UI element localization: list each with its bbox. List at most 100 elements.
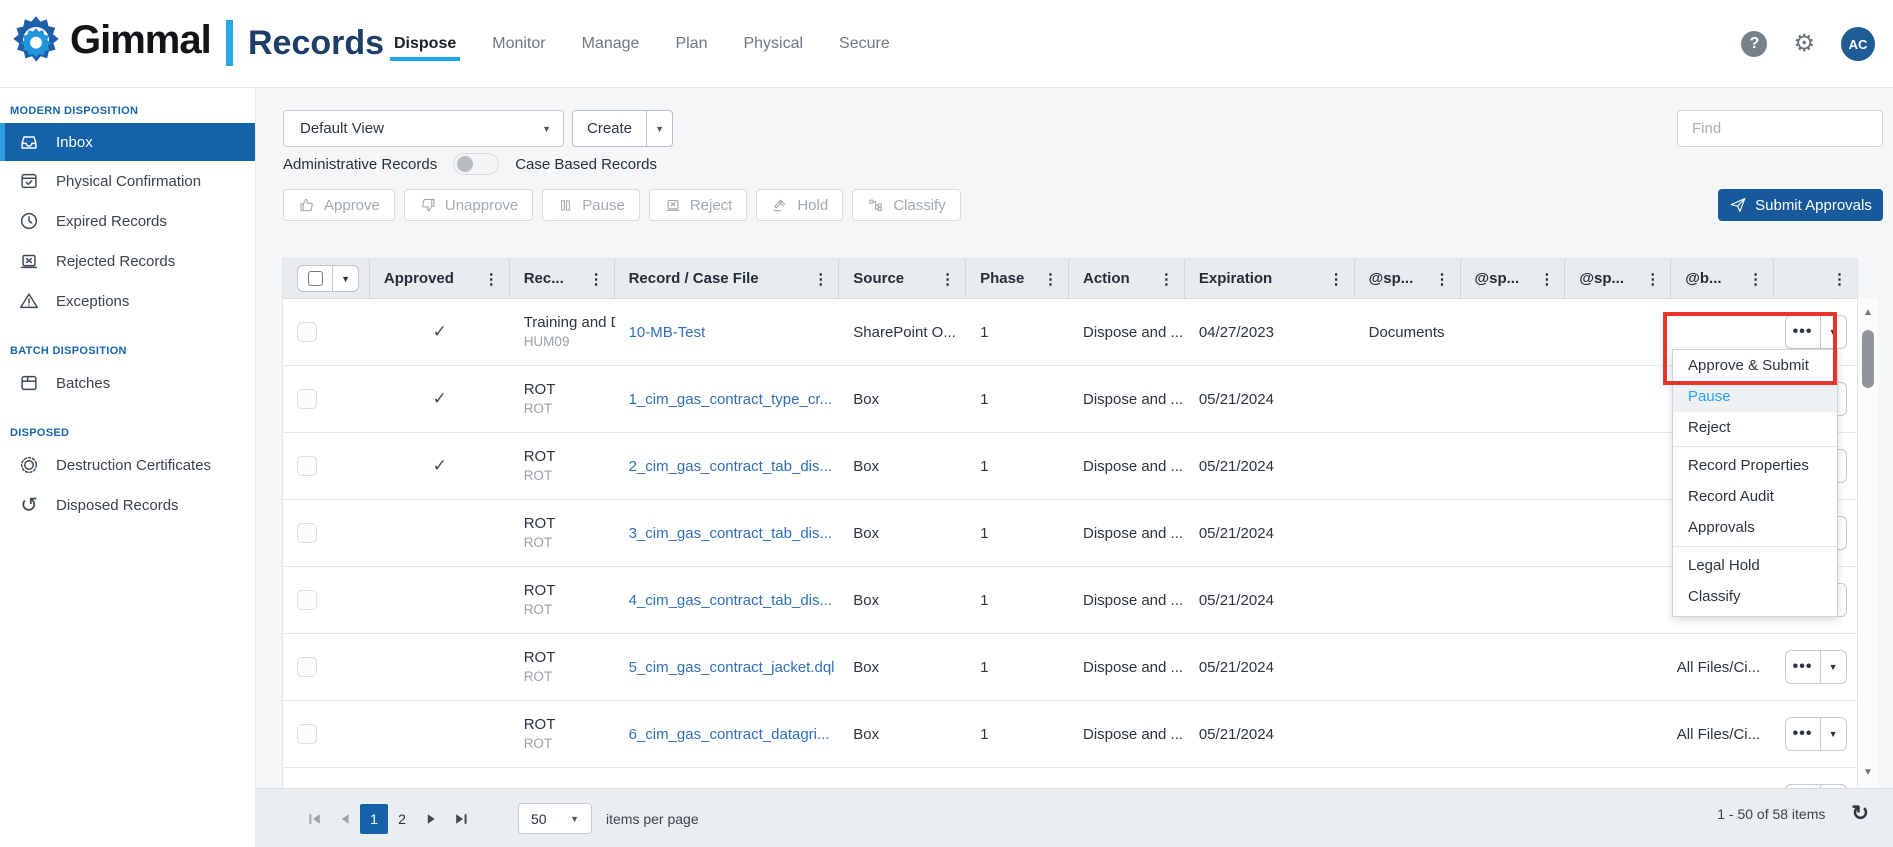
page-number-1[interactable]: 1: [360, 804, 388, 834]
scroll-up-icon[interactable]: ▲: [1858, 302, 1878, 322]
view-select-dropdown[interactable]: Default View ▼: [283, 110, 564, 147]
column-header-sp3[interactable]: @sp...⋮: [1565, 259, 1671, 298]
select-all-checkbox[interactable]: [298, 266, 333, 291]
record-link[interactable]: 5_cim_gas_contract_jacket.dql: [629, 659, 835, 676]
column-menu-icon[interactable]: ⋮: [589, 270, 604, 288]
row-checkbox[interactable]: [297, 456, 317, 476]
row-actions-split-button[interactable]: •••▼: [1785, 717, 1847, 751]
row-menu-arrow[interactable]: ▼: [1821, 316, 1846, 348]
user-avatar[interactable]: AC: [1841, 27, 1875, 61]
reject-button[interactable]: Reject: [649, 189, 748, 221]
column-header-approved[interactable]: Approved⋮: [370, 259, 510, 298]
column-menu-icon[interactable]: ⋮: [1748, 270, 1763, 288]
select-menu-arrow[interactable]: ▼: [333, 266, 358, 291]
column-header-expiration[interactable]: Expiration⋮: [1185, 259, 1355, 298]
column-menu-icon[interactable]: ⋮: [484, 270, 499, 288]
row-actions-split-button[interactable]: •••▼: [1785, 315, 1847, 349]
column-menu-icon[interactable]: ⋮: [813, 270, 828, 288]
column-header-sp1[interactable]: @sp...⋮: [1355, 259, 1461, 298]
column-header-action[interactable]: Action⋮: [1069, 259, 1185, 298]
row-actions-split-button[interactable]: •••▼: [1785, 650, 1847, 684]
nav-tab-monitor[interactable]: Monitor: [490, 5, 547, 83]
sidebar-item-batches[interactable]: Batches: [0, 363, 255, 403]
nav-tab-dispose[interactable]: Dispose: [392, 5, 458, 83]
column-header-sp2[interactable]: @sp...⋮: [1461, 259, 1566, 298]
row-checkbox[interactable]: [297, 322, 317, 342]
record-link[interactable]: 10-MB-Test: [629, 324, 706, 341]
ellipsis-icon[interactable]: •••: [1786, 718, 1821, 750]
create-button-label[interactable]: Create: [573, 111, 646, 146]
column-menu-icon[interactable]: ⋮: [1645, 270, 1660, 288]
menu-item-reject[interactable]: Reject: [1673, 412, 1837, 443]
row-checkbox[interactable]: [297, 724, 317, 744]
nav-tab-physical[interactable]: Physical: [741, 5, 805, 83]
column-menu-icon[interactable]: ⋮: [1329, 270, 1344, 288]
record-link[interactable]: 2_cim_gas_contract_tab_dis...: [629, 458, 832, 475]
nav-tab-manage[interactable]: Manage: [580, 5, 642, 83]
sidebar-item-physical-confirmation[interactable]: Physical Confirmation: [0, 161, 255, 201]
hold-button[interactable]: Hold: [756, 189, 843, 221]
row-checkbox[interactable]: [297, 590, 317, 610]
scrollbar-thumb[interactable]: [1862, 330, 1874, 388]
unapprove-button[interactable]: Unapprove: [404, 189, 533, 221]
column-menu-icon[interactable]: ⋮: [1435, 270, 1450, 288]
submit-approvals-button[interactable]: Submit Approvals: [1718, 189, 1883, 221]
table-vertical-scrollbar[interactable]: ▲ ▼: [1858, 298, 1878, 788]
create-dropdown-arrow[interactable]: ▼: [646, 111, 672, 146]
column-menu-icon[interactable]: ⋮: [940, 270, 955, 288]
row-checkbox[interactable]: [297, 389, 317, 409]
column-menu-icon[interactable]: ⋮: [1159, 270, 1174, 288]
record-link[interactable]: 4_cim_gas_contract_tab_dis...: [629, 592, 832, 609]
column-header-record-case-file[interactable]: Record / Case File⋮: [615, 259, 840, 298]
ellipsis-icon[interactable]: •••: [1786, 316, 1821, 348]
create-split-button[interactable]: Create ▼: [572, 110, 673, 147]
row-checkbox[interactable]: [297, 657, 317, 677]
menu-item-record-audit[interactable]: Record Audit: [1673, 481, 1837, 512]
page-number-2[interactable]: 2: [388, 804, 416, 834]
row-checkbox[interactable]: [297, 523, 317, 543]
pause-button[interactable]: Pause: [542, 189, 640, 221]
record-link[interactable]: 6_cim_gas_contract_datagri...: [629, 726, 830, 743]
records-mode-toggle[interactable]: [453, 153, 499, 175]
column-menu-icon[interactable]: ⋮: [1539, 270, 1554, 288]
column-header-actions[interactable]: ⋮: [1774, 259, 1857, 298]
last-page-button[interactable]: [446, 804, 476, 834]
next-page-button[interactable]: [416, 804, 446, 834]
menu-item-legal-hold[interactable]: Legal Hold: [1673, 550, 1837, 581]
ellipsis-icon[interactable]: •••: [1786, 651, 1821, 683]
column-menu-icon[interactable]: ⋮: [1043, 270, 1058, 288]
previous-page-button[interactable]: [330, 804, 360, 834]
sidebar-item-inbox[interactable]: Inbox: [0, 123, 255, 161]
column-header-rec[interactable]: Rec...⋮: [510, 259, 615, 298]
page-size-select[interactable]: 50 ▼: [518, 803, 592, 834]
row-menu-arrow[interactable]: ▼: [1821, 718, 1846, 750]
row-menu-arrow[interactable]: ▼: [1821, 651, 1846, 683]
sidebar-item-disposed-records[interactable]: ↺ Disposed Records: [0, 485, 255, 525]
sidebar-item-expired-records[interactable]: Expired Records: [0, 201, 255, 241]
approve-button[interactable]: Approve: [283, 189, 395, 221]
refresh-icon[interactable]: ↻: [1851, 803, 1869, 824]
record-link[interactable]: 3_cim_gas_contract_tab_dis...: [629, 525, 832, 542]
menu-item-record-properties[interactable]: Record Properties: [1673, 450, 1837, 481]
sidebar-item-exceptions[interactable]: Exceptions: [0, 281, 255, 321]
nav-tab-plan[interactable]: Plan: [673, 5, 709, 83]
column-header-phase[interactable]: Phase⋮: [966, 259, 1069, 298]
first-page-button[interactable]: [300, 804, 330, 834]
column-header-source[interactable]: Source⋮: [839, 259, 966, 298]
help-icon[interactable]: ?: [1741, 31, 1767, 57]
menu-item-approve-submit[interactable]: Approve & Submit: [1673, 350, 1837, 381]
scroll-down-icon[interactable]: ▼: [1858, 762, 1878, 782]
record-link[interactable]: 1_cim_gas_contract_type_cr...: [629, 391, 832, 408]
column-header-b[interactable]: @b...⋮: [1671, 259, 1774, 298]
column-menu-icon[interactable]: ⋮: [1832, 270, 1847, 288]
menu-item-pause[interactable]: Pause: [1673, 381, 1837, 412]
sidebar-item-rejected-records[interactable]: Rejected Records: [0, 241, 255, 281]
find-input[interactable]: [1677, 110, 1883, 147]
menu-item-classify[interactable]: Classify: [1673, 581, 1837, 612]
sidebar-item-destruction-certificates[interactable]: Destruction Certificates: [0, 445, 255, 485]
classify-button[interactable]: Classify: [852, 189, 961, 221]
menu-item-approvals[interactable]: Approvals: [1673, 512, 1837, 543]
select-all-split-button[interactable]: ▼: [297, 265, 359, 292]
settings-gear-icon[interactable]: ⚙: [1793, 32, 1815, 56]
nav-tab-secure[interactable]: Secure: [837, 5, 892, 83]
